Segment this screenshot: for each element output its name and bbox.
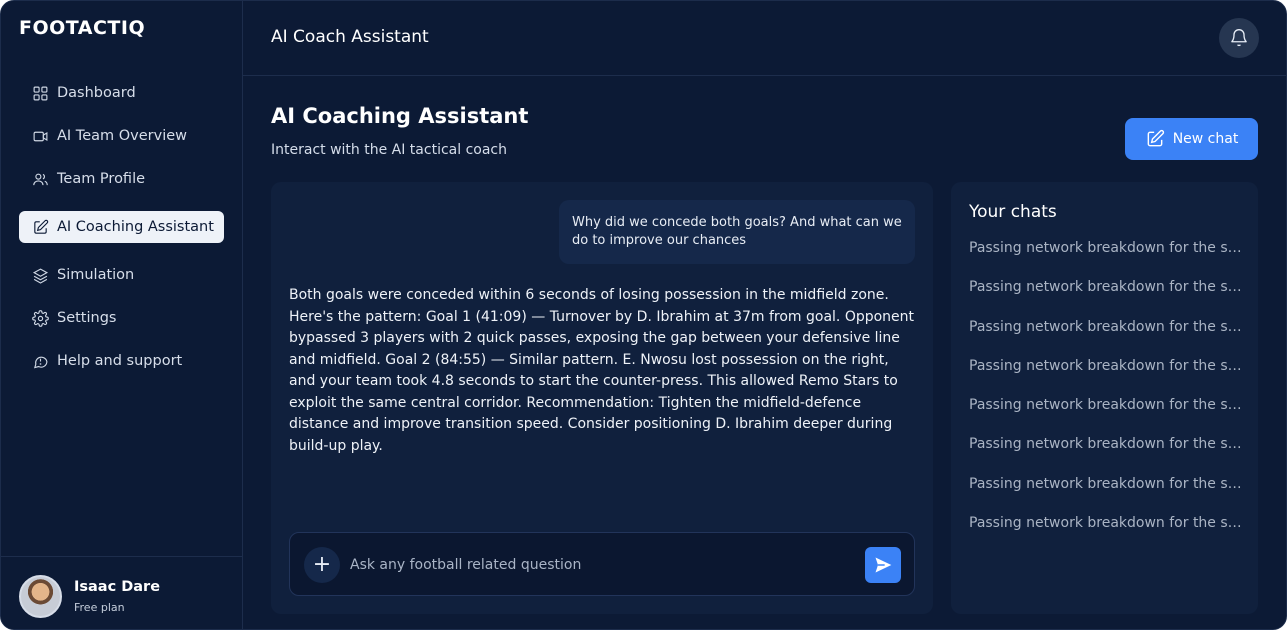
page-title: AI Coaching Assistant	[271, 104, 529, 128]
sidebar-item-label: AI Team Overview	[57, 128, 188, 144]
notification-button[interactable]	[1219, 18, 1259, 58]
sidebar-item-label: Help and support	[57, 353, 183, 369]
app-window: FOOTACTIQ Dashboard AI Team Overview Tea…	[0, 0, 1287, 630]
header-title: AI Coach Assistant	[271, 27, 429, 47]
chats-list: Passing network breakdown for the second…	[969, 240, 1244, 554]
ai-message: Both goals were conceded within 6 second…	[289, 287, 915, 454]
chat-composer: +	[289, 532, 915, 596]
chat-history-item[interactable]: Passing network breakdown for the second…	[969, 240, 1244, 279]
sidebar-item-label: Team Profile	[57, 171, 146, 187]
sidebar-item-label: AI Coaching Assistant	[57, 219, 214, 235]
sidebar-item-team-profile[interactable]: Team Profile	[19, 163, 224, 195]
chat-history-item[interactable]: Passing network breakdown for the second…	[969, 358, 1244, 397]
top-header: AI Coach Assistant	[243, 1, 1286, 76]
chat-history-item[interactable]: Passing network breakdown for the second…	[969, 515, 1244, 554]
chat-history-item[interactable]: Passing network breakdown for the second…	[969, 279, 1244, 318]
avatar	[19, 575, 62, 618]
your-chats-panel: Your chats Passing network breakdown for…	[951, 182, 1258, 614]
sidebar-item-dashboard[interactable]: Dashboard	[19, 77, 224, 109]
page-subtitle: Interact with the AI tactical coach	[271, 142, 507, 158]
chat-input[interactable]	[350, 549, 850, 581]
send-button[interactable]	[865, 547, 901, 583]
new-chat-label: New chat	[1172, 131, 1239, 147]
sidebar-item-label: Simulation	[57, 267, 135, 283]
edit-icon	[1147, 129, 1164, 147]
user-name: Isaac Dare	[74, 579, 161, 595]
grid-icon	[31, 84, 49, 102]
gear-icon	[31, 309, 49, 327]
video-icon	[31, 127, 49, 145]
chats-title: Your chats	[969, 202, 1057, 222]
chat-history-item[interactable]: Passing network breakdown for the second…	[969, 436, 1244, 475]
chat-history-item[interactable]: Passing network breakdown for the second…	[969, 397, 1244, 436]
sidebar-item-label: Dashboard	[57, 85, 136, 101]
send-icon	[875, 557, 892, 573]
sidebar-item-settings[interactable]: Settings	[19, 302, 224, 334]
edit-icon	[31, 218, 49, 236]
sidebar: FOOTACTIQ Dashboard AI Team Overview Tea…	[1, 1, 243, 629]
user-plan: Free plan	[74, 601, 125, 614]
user-profile[interactable]: Isaac Dare Free plan	[1, 556, 242, 629]
bell-icon	[1231, 29, 1247, 47]
sidebar-item-help-and-support[interactable]: Help and support	[19, 345, 224, 377]
attach-button[interactable]: +	[304, 547, 340, 583]
sidebar-item-ai-coaching-assistant[interactable]: AI Coaching Assistant	[19, 211, 224, 243]
new-chat-button[interactable]: New chat	[1125, 118, 1258, 160]
plus-icon: +	[312, 552, 332, 577]
user-message-bubble: Why did we concede both goals? And what …	[559, 200, 915, 264]
app-logo: FOOTACTIQ	[19, 17, 146, 39]
users-icon	[31, 170, 49, 188]
chat-history-item[interactable]: Passing network breakdown for the second…	[969, 319, 1244, 358]
layers-icon	[31, 266, 49, 284]
chat-history-item[interactable]: Passing network breakdown for the second…	[969, 476, 1244, 515]
help-bubble-icon	[31, 352, 49, 370]
chat-panel: Why did we concede both goals? And what …	[271, 182, 933, 614]
sidebar-item-label: Settings	[57, 310, 117, 326]
sidebar-nav: Dashboard AI Team Overview Team Profile	[19, 77, 224, 388]
sidebar-item-ai-team-overview[interactable]: AI Team Overview	[19, 120, 224, 152]
sidebar-item-simulation[interactable]: Simulation	[19, 259, 224, 291]
